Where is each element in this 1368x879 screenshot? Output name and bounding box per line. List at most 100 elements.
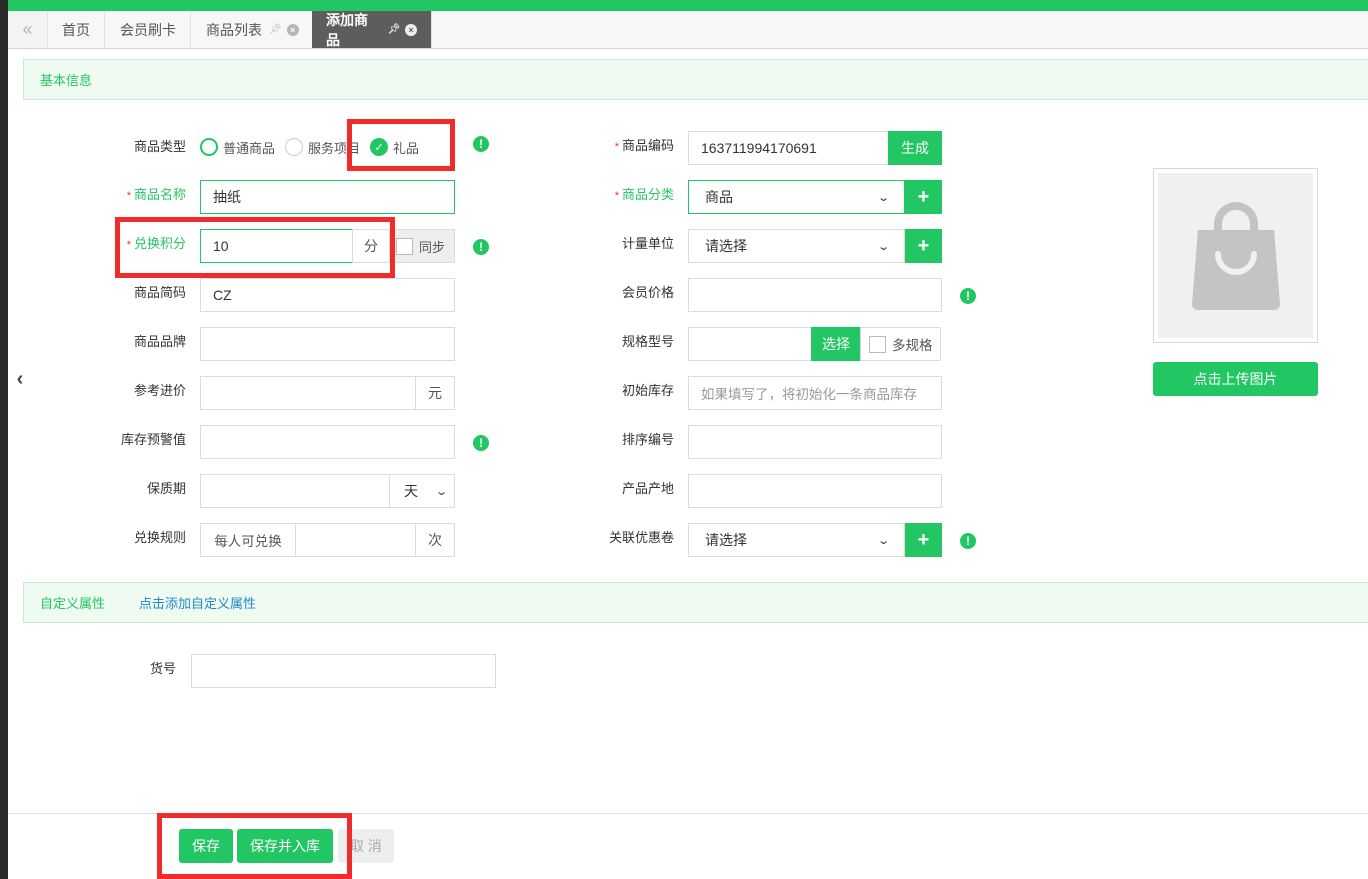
product-type-label: 商品类型 [133,139,186,154]
member-price-label: 会员价格 [621,285,674,300]
points-label: * 兑换积分 [126,236,186,251]
add-coupon-button[interactable]: + [905,523,942,557]
tab-add-product[interactable]: 添加商品 📌︎ × [312,11,432,48]
exchange-rule-input[interactable] [295,523,416,557]
cancel-button[interactable]: 取 消 [338,829,394,863]
plus-icon: + [917,185,930,208]
coupon-select[interactable]: 请选择 ⌄ [688,523,905,557]
info-icon[interactable]: ! [960,288,976,304]
info-icon[interactable]: ! [473,239,489,255]
radio-circle [285,138,303,156]
category-select[interactable]: 商品 ⌄ [688,180,905,214]
pin-icon[interactable]: 📌︎ [269,24,282,35]
unit-label: 计量单位 [621,236,674,251]
radio-label: 服务项目 [308,140,361,156]
radio-service[interactable]: 服务项目 [285,137,360,157]
check-icon: ✓ [370,138,388,156]
shelf-life-unit-select[interactable]: 天 ⌄ [389,474,455,508]
left-strip [0,0,8,879]
shopping-bag-icon [1191,201,1280,310]
member-price-input[interactable] [688,278,942,312]
image-upload-area[interactable] [1153,168,1318,343]
sync-checkbox[interactable]: 同步 [389,229,455,263]
checkbox [869,335,886,353]
exchange-rule-prefix: 每人可兑换 [200,523,296,557]
product-name-input[interactable]: 抽纸 [200,180,455,214]
chevron-left-icon[interactable]: ‹ [12,368,28,390]
custom-attributes-header: 自定义属性 点击添加自定义属性 [23,582,1368,623]
tab-home[interactable]: 首页 [48,11,105,48]
spec-input[interactable] [688,327,812,361]
radio-circle [200,138,218,156]
exchange-rule-label: 兑换规则 [133,530,186,545]
exchange-rule-unit: 次 [415,523,455,557]
origin-label: 产品产地 [621,481,674,496]
tab-label: 会员刷卡 [120,21,176,38]
chevron-down-icon: ⌄ [876,191,890,204]
generate-code-button[interactable]: 生成 [888,131,942,165]
upload-image-button[interactable]: 点击上传图片 [1153,362,1318,396]
basic-info-header: 基本信息 [23,59,1368,100]
initial-stock-label: 初始库存 [621,383,674,398]
chevron-down-icon: ⌄ [876,240,890,253]
tab-label: 首页 [62,21,90,38]
section-title: 基本信息 [40,73,93,88]
add-unit-button[interactable]: + [905,229,942,263]
add-category-button[interactable]: + [905,180,942,214]
brand-label: 商品品牌 [133,334,186,349]
chevron-down-icon: ⌄ [434,485,448,498]
product-code-label: * 商品编码 [614,138,674,153]
spec-label: 规格型号 [621,334,674,349]
points-unit: 分 [352,229,390,263]
tab-label: 商品列表 [206,21,262,38]
close-icon[interactable]: × [286,23,299,36]
unit-select[interactable]: 请选择 ⌄ [688,229,905,263]
checkbox [396,237,413,255]
product-code-input[interactable]: 163711994170691 [688,131,889,165]
shelf-life-input[interactable] [200,474,390,508]
purchase-price-input[interactable] [200,376,416,410]
sort-no-input[interactable] [688,425,942,459]
initial-stock-input[interactable]: 如果填写了，将初始化一条商品库存 [688,376,942,410]
tab-member-card[interactable]: 会员刷卡 [106,11,191,48]
origin-input[interactable] [688,474,942,508]
tab-product-list[interactable]: 商品列表 📌︎ × [192,11,314,48]
info-icon[interactable]: ! [473,136,489,152]
points-input[interactable]: 10 [200,229,353,263]
spec-select-button[interactable]: 选择 [811,327,861,361]
chevron-down-icon: ⌄ [876,534,890,547]
top-accent-bar [8,0,1368,11]
double-chevron-left-icon[interactable]: « [8,11,48,48]
section-title: 自定义属性 [40,596,106,611]
pin-icon[interactable]: 📌︎ [388,24,401,35]
save-and-stock-button[interactable]: 保存并入库 [237,829,333,863]
plus-icon: + [917,528,930,551]
item-no-input[interactable] [191,654,496,688]
coupon-label: 关联优惠卷 [608,530,674,545]
category-label: * 商品分类 [614,187,674,202]
tab-label: 添加商品 [326,11,368,48]
item-no-label: 货号 [149,661,176,676]
shelf-life-label: 保质期 [146,481,186,496]
radio-normal-product[interactable]: 普通商品 [200,137,275,157]
stock-warning-label: 库存预警值 [120,432,186,447]
tab-bar: « 首页 会员刷卡 商品列表 📌︎ × 添加商品 📌︎ × [8,11,1368,49]
info-icon[interactable]: ! [960,533,976,549]
plus-icon: + [917,234,930,257]
radio-label: 普通商品 [223,140,276,156]
price-unit: 元 [415,376,455,410]
save-button[interactable]: 保存 [179,829,233,863]
add-custom-attribute-link[interactable]: 点击添加自定义属性 [139,593,256,612]
radio-gift[interactable]: ✓ 礼品 [370,137,419,157]
radio-label: 礼品 [393,140,420,156]
short-code-label: 商品简码 [133,285,186,300]
short-code-input[interactable]: CZ [200,278,455,312]
sort-no-label: 排序编号 [621,432,674,447]
close-icon[interactable]: × [405,23,417,36]
stock-warning-input[interactable] [200,425,455,459]
purchase-price-label: 参考进价 [133,383,186,398]
info-icon[interactable]: ! [473,435,489,451]
multi-spec-checkbox[interactable]: 多规格 [860,327,941,361]
brand-input[interactable] [200,327,455,361]
product-name-label: * 商品名称 [126,187,186,202]
